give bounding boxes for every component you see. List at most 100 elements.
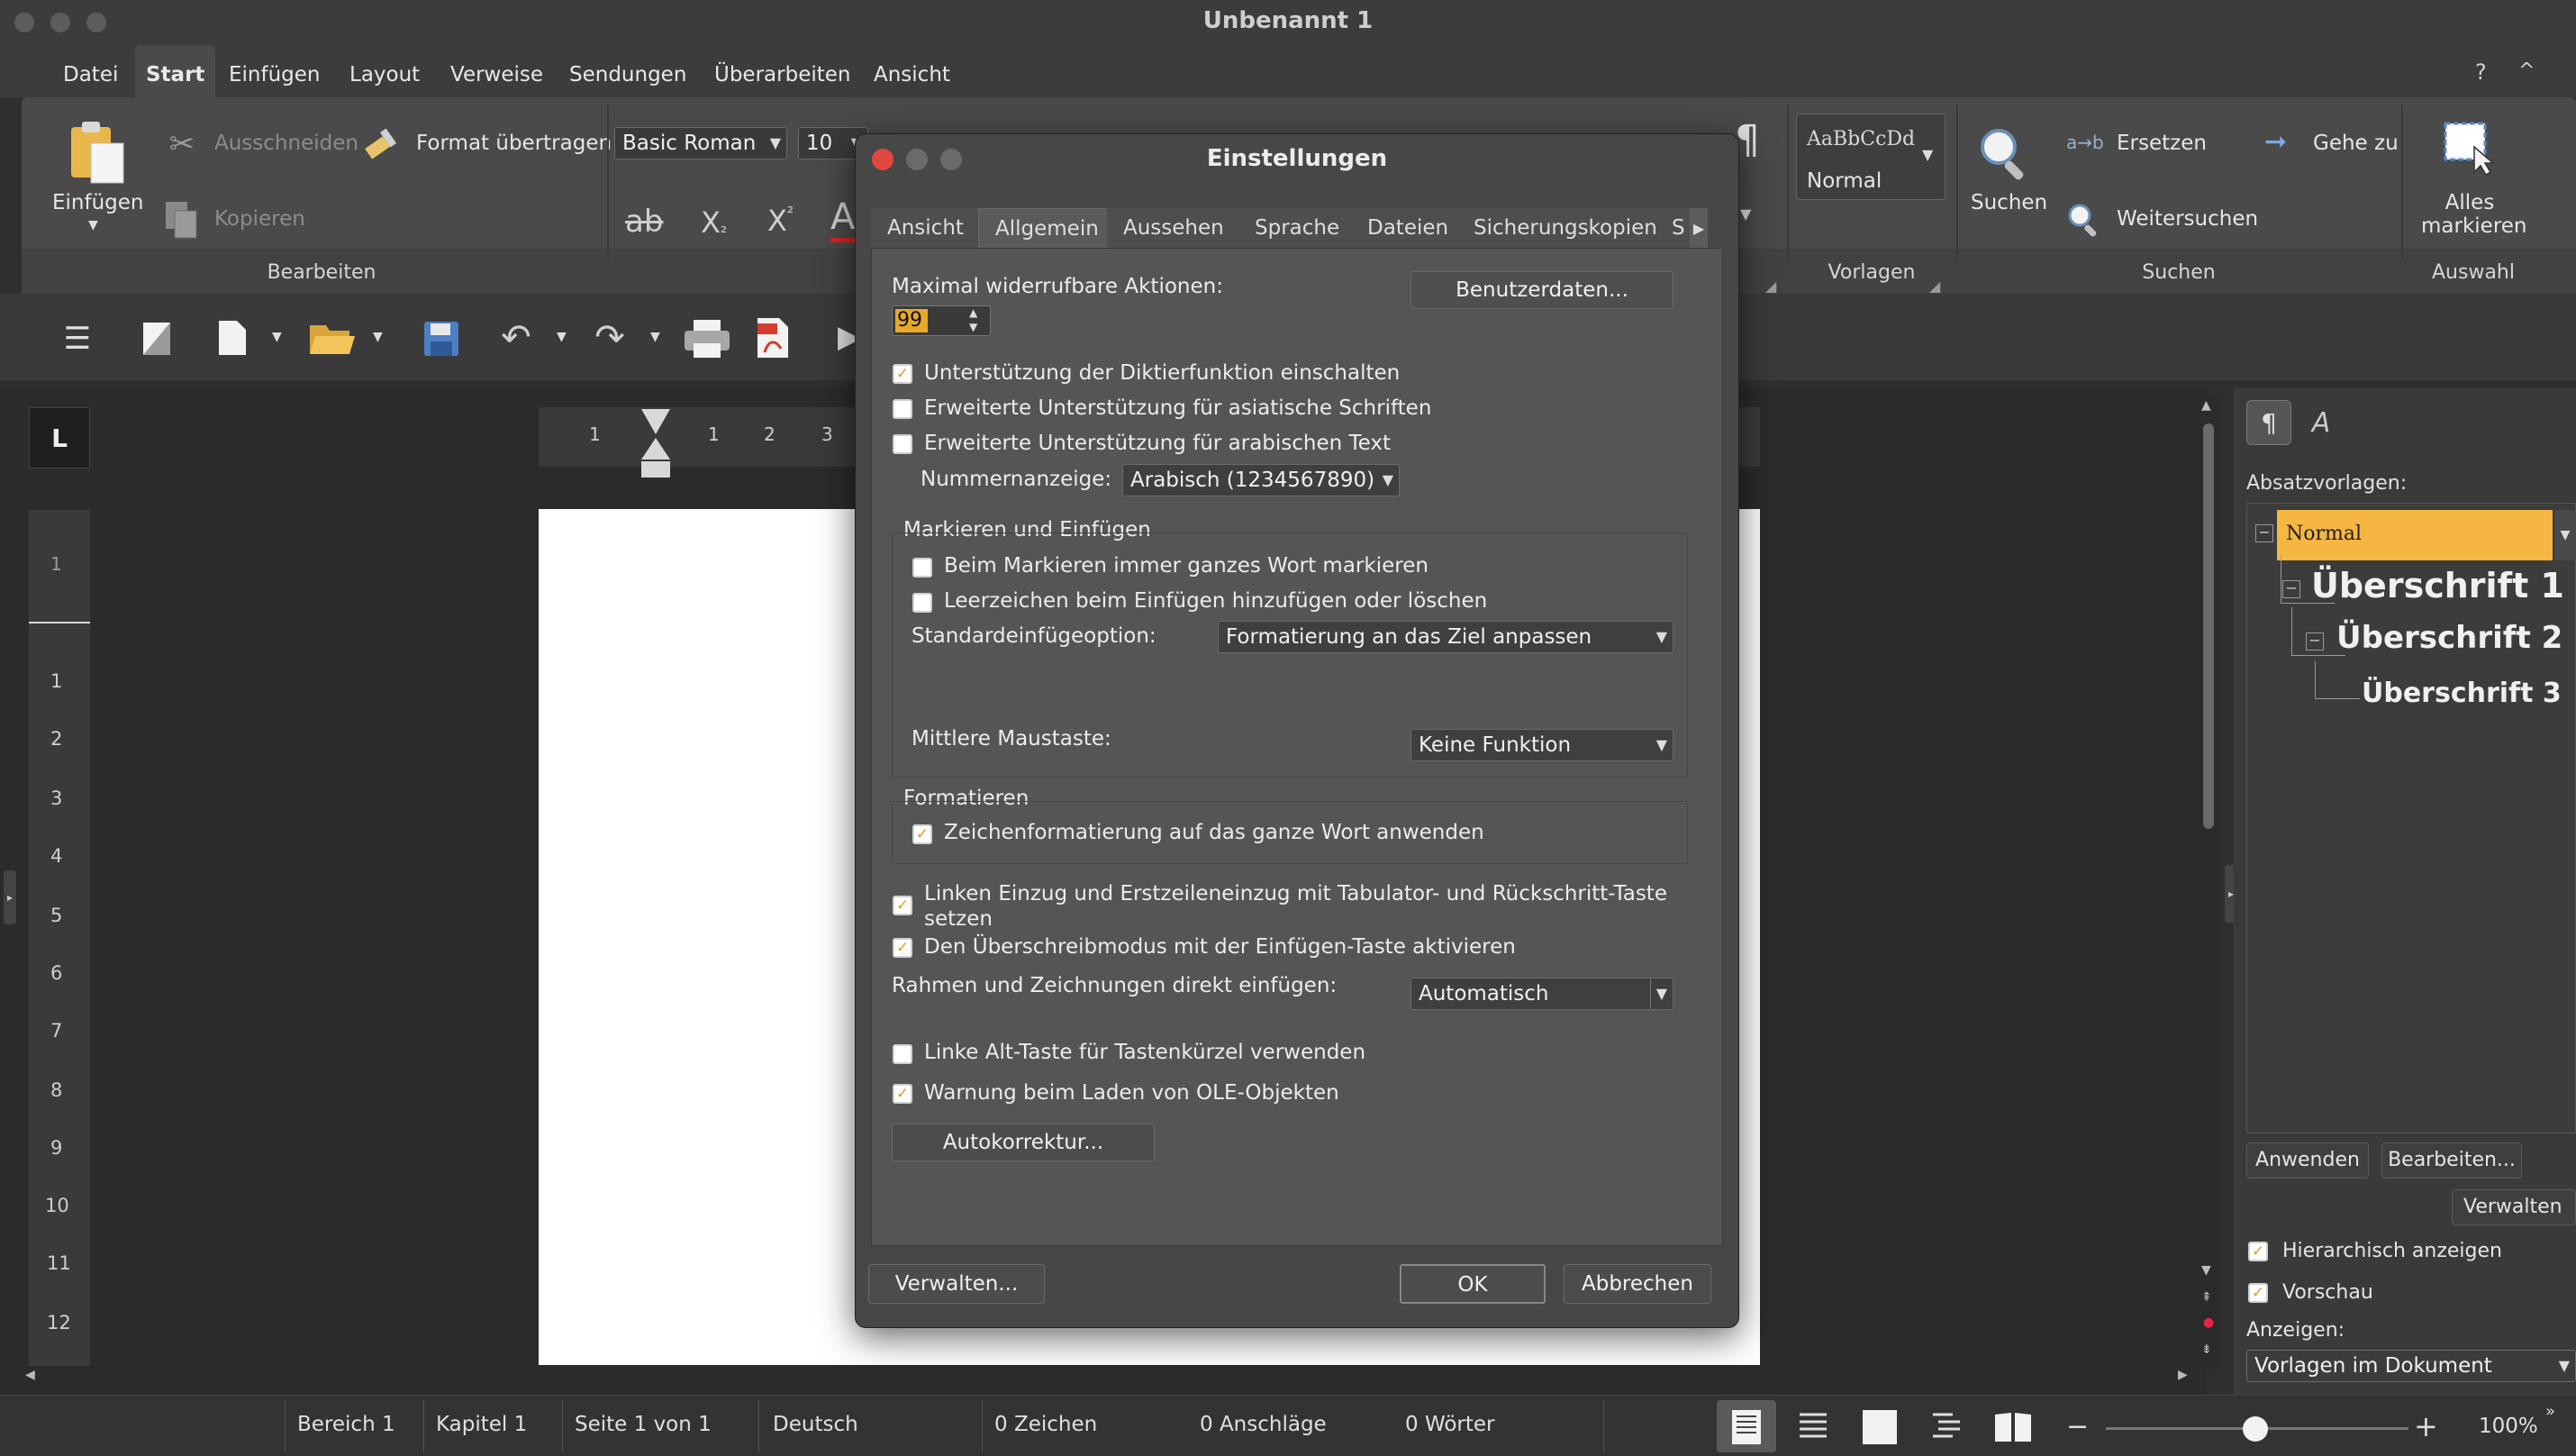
tab-sprache[interactable]: Sprache xyxy=(1238,208,1357,248)
strikethrough-icon[interactable]: ab xyxy=(625,204,663,240)
select-whole-word-checkbox[interactable] xyxy=(912,558,932,578)
tab-allgemein[interactable]: Allgemein xyxy=(978,208,1116,248)
autocorrect-button[interactable]: Autokorrektur... xyxy=(892,1124,1155,1161)
replace-label[interactable]: Ersetzen xyxy=(2117,132,2207,155)
status-page[interactable]: Seite 1 von 1 xyxy=(575,1413,712,1436)
space-on-paste-checkbox[interactable] xyxy=(912,593,932,613)
font-color-icon[interactable]: A xyxy=(830,196,856,242)
style-item-heading3[interactable]: Überschrift 3 xyxy=(2362,678,2562,709)
dictation-checkbox[interactable]: ✓ xyxy=(893,364,912,384)
style-item-heading2[interactable]: Überschrift 2 xyxy=(2336,620,2562,656)
paste-icon[interactable] xyxy=(65,117,130,187)
next-page-icon[interactable]: ⇟ xyxy=(2201,1342,2212,1357)
tab-dateien[interactable]: Dateien xyxy=(1351,208,1466,248)
format-paintbrush-icon[interactable] xyxy=(362,123,404,164)
replace-icon[interactable]: a→b xyxy=(2066,132,2104,153)
paragraph-dialog-launcher-icon[interactable]: ◢ xyxy=(1765,278,1776,295)
collapse-ribbon-icon[interactable]: ^ xyxy=(2518,59,2535,82)
preview-checkbox[interactable]: ✓ xyxy=(2248,1283,2268,1303)
vertical-ruler[interactable] xyxy=(29,510,90,1366)
view-outline-icon[interactable] xyxy=(1926,1407,1967,1447)
export-pdf-icon[interactable] xyxy=(751,314,794,362)
subscript-icon[interactable]: X₂ xyxy=(701,205,727,240)
cut-label[interactable]: Ausschneiden xyxy=(214,132,358,155)
paragraph-dropdown-icon[interactable]: ▼ xyxy=(1740,205,1751,223)
middle-mouse-select[interactable]: Keine Funktion ▼ xyxy=(1410,729,1673,761)
indent-marker-handle[interactable] xyxy=(639,407,672,479)
style-dropdown-icon[interactable]: ▼ xyxy=(1922,146,1933,163)
scroll-right-icon[interactable]: ▶ xyxy=(2178,1368,2188,1382)
character-styles-icon[interactable]: A xyxy=(2299,400,2344,445)
navigator-dot-icon[interactable]: ● xyxy=(2203,1315,2214,1330)
menu-start[interactable]: Start xyxy=(135,45,216,97)
goto-label[interactable]: Gehe zu xyxy=(2313,132,2399,155)
status-more-icon[interactable]: » xyxy=(2545,1402,2555,1421)
menu-datei[interactable]: Datei xyxy=(52,45,129,97)
ole-warning-checkbox[interactable]: ✓ xyxy=(893,1084,912,1104)
select-all-icon[interactable] xyxy=(2441,119,2499,177)
left-alt-checkbox[interactable] xyxy=(893,1044,912,1064)
scroll-down-icon[interactable]: ▼ xyxy=(2201,1263,2211,1278)
frames-select[interactable]: Automatisch ▼ xyxy=(1410,978,1673,1010)
scroll-up-icon[interactable]: ▲ xyxy=(2201,398,2211,413)
cancel-button[interactable]: Abbrechen xyxy=(1564,1264,1711,1304)
arabic-checkbox[interactable] xyxy=(893,434,912,454)
format-paint-label[interactable]: Format übertragen xyxy=(416,132,612,155)
cut-icon[interactable]: ✂ xyxy=(162,124,202,164)
new-dropdown-icon[interactable]: ▼ xyxy=(272,330,282,344)
undo-icon[interactable]: ↶ xyxy=(494,315,539,360)
find-next-icon[interactable] xyxy=(2064,200,2104,240)
scroll-left-icon[interactable]: ◀ xyxy=(25,1368,35,1382)
zoom-level[interactable]: 100% xyxy=(2479,1415,2538,1438)
overwrite-mode-checkbox[interactable]: ✓ xyxy=(893,938,912,958)
search-icon[interactable] xyxy=(1973,121,2037,186)
scrollbar-thumb[interactable] xyxy=(2203,423,2214,829)
tabs-scroll-right-icon[interactable]: ▶ xyxy=(1690,208,1708,248)
tab-sicherungskopien[interactable]: Sicherungskopien xyxy=(1457,208,1674,248)
copy-icon[interactable] xyxy=(162,200,202,240)
max-undo-value[interactable]: 99 xyxy=(895,309,928,332)
edit-mode-icon[interactable] xyxy=(137,317,177,360)
asian-checkbox[interactable] xyxy=(893,399,912,419)
sidebar-toggle-icon[interactable]: ☰ xyxy=(56,317,99,360)
tab-ansicht[interactable]: Ansicht xyxy=(871,208,981,248)
undo-dropdown-icon[interactable]: ▼ xyxy=(557,330,567,344)
menu-sendungen[interactable]: Sendungen xyxy=(558,45,697,97)
paste-dropdown-icon[interactable]: ▼ xyxy=(88,218,98,232)
redo-icon[interactable]: ↷ xyxy=(587,315,632,360)
hierarchical-checkbox[interactable]: ✓ xyxy=(2248,1242,2268,1261)
std-paste-select[interactable]: Formatierung an das Ziel anpassen ▼ xyxy=(1218,621,1673,653)
zoom-slider-handle[interactable] xyxy=(2243,1416,2268,1442)
copy-label[interactable]: Kopieren xyxy=(214,207,305,231)
select-all-label[interactable]: Alles markieren xyxy=(2421,191,2527,238)
paste-label[interactable]: Einfügen xyxy=(52,191,144,214)
view-web-icon[interactable] xyxy=(1792,1407,1834,1447)
open-folder-icon[interactable] xyxy=(306,317,358,360)
spin-arrows-icon[interactable]: ▲ ▼ xyxy=(969,305,977,334)
menu-layout[interactable]: Layout xyxy=(339,45,431,97)
menu-ueberarbeiten[interactable]: Überarbeiten xyxy=(703,45,861,97)
apply-style-button[interactable]: Anwenden xyxy=(2246,1142,2369,1178)
manage-button[interactable]: Verwalten... xyxy=(868,1264,1045,1304)
horizontal-scrollbar[interactable] xyxy=(25,1368,2196,1389)
zoom-out-icon[interactable]: − xyxy=(2066,1411,2089,1442)
view-normal-icon[interactable] xyxy=(1726,1407,1767,1447)
help-icon[interactable]: ? xyxy=(2475,59,2487,85)
goto-arrow-icon[interactable]: ➞ xyxy=(2264,126,2287,158)
save-icon[interactable] xyxy=(420,317,463,360)
tree-collapse-icon[interactable]: − xyxy=(2282,580,2300,598)
user-data-button[interactable]: Benutzerdaten... xyxy=(1410,271,1673,309)
style-item-dropdown-icon[interactable]: ▼ xyxy=(2554,510,2576,560)
redo-dropdown-icon[interactable]: ▼ xyxy=(650,330,660,344)
edit-style-button[interactable]: Bearbeiten... xyxy=(2381,1142,2522,1178)
indent-tab-checkbox[interactable]: ✓ xyxy=(893,896,912,915)
tab-more[interactable]: S xyxy=(1664,208,1693,248)
new-document-icon[interactable] xyxy=(213,315,252,360)
tree-collapse-icon[interactable]: − xyxy=(2255,524,2273,542)
view-book-icon[interactable] xyxy=(1992,1407,2034,1447)
ok-button[interactable]: OK xyxy=(1400,1264,1546,1304)
tree-collapse-icon[interactable]: − xyxy=(2306,632,2324,651)
menu-einfuegen[interactable]: Einfügen xyxy=(218,45,331,97)
font-name-combo[interactable]: Basic Roman ▼ xyxy=(614,127,787,159)
manage-styles-button[interactable]: Verwalten xyxy=(2452,1189,2576,1225)
